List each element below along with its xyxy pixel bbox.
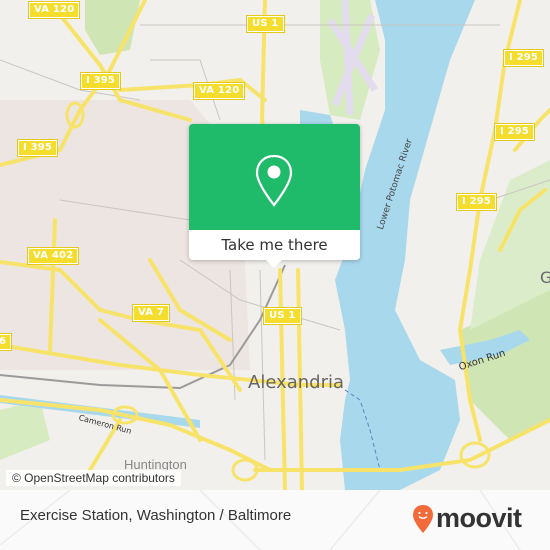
popup-tail [265,259,283,268]
moovit-pin-icon [413,504,433,533]
place-label-partial: G [540,268,550,287]
road-shield-i-295: I 295 [502,49,545,67]
road-shield-i-295: I 295 [493,123,536,141]
road-shield-us-1: US 1 [263,307,302,325]
road-shield-i-395: I 395 [79,72,122,90]
moovit-wordmark: moovit [436,503,522,533]
road-shield-i-295: I 295 [455,193,498,211]
road-shield-va-120: VA 120 [192,82,246,100]
map[interactable]: VA 120 US 1 I 295 I 395 VA 120 I 395 I 2… [0,0,550,490]
park-area [0,400,50,460]
osm-attribution[interactable]: © OpenStreetMap contributors [6,470,181,486]
road-shield-va-402: VA 402 [26,247,80,265]
road-shield-va-120: VA 120 [27,1,81,19]
place-label-alexandria: Alexandria [248,372,345,393]
road-shield-va-7: VA 7 [131,304,171,322]
road-shield-partial: 6 [0,333,13,351]
location-pin-icon [255,154,293,207]
road-shield-us-1: US 1 [246,15,285,33]
take-me-there-button[interactable]: Take me there [189,230,360,260]
road-shield-i-395: I 395 [16,139,59,157]
popup-header [189,124,360,230]
location-popup[interactable]: Take me there [189,124,360,268]
moovit-logo[interactable]: moovit [412,503,522,534]
stop-title: Exercise Station, Washington / Baltimore [20,507,292,524]
